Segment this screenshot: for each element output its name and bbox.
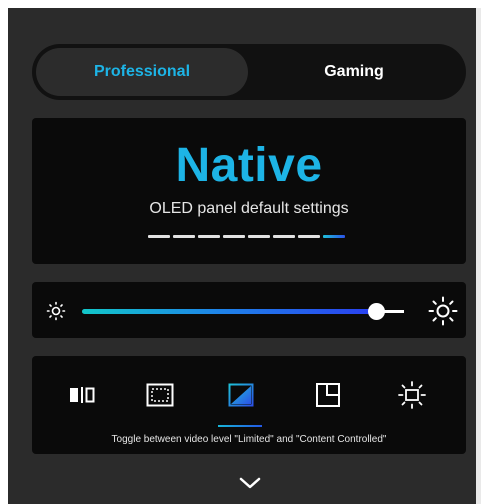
- profile-tabs: Professional Gaming: [32, 44, 466, 100]
- mode-subtitle: OLED panel default settings: [149, 200, 349, 217]
- preset-dash: [273, 235, 295, 238]
- tab-gaming[interactable]: Gaming: [248, 48, 460, 96]
- preset-dash: [223, 235, 245, 238]
- preset-dash: [173, 235, 195, 238]
- tab-professional[interactable]: Professional: [36, 48, 248, 96]
- brightness-slider-handle[interactable]: [368, 303, 386, 320]
- brightness-control: [32, 282, 466, 338]
- preset-dash: [323, 235, 345, 238]
- mode-card[interactable]: Native OLED panel default settings: [32, 118, 466, 264]
- preset-dash: [198, 235, 220, 238]
- preset-dash: [148, 235, 170, 238]
- split-view-icon[interactable]: [67, 380, 97, 410]
- preset-dash: [248, 235, 270, 238]
- tool-description: Toggle between video level "Limited" and…: [111, 434, 387, 445]
- brightness-fill: [82, 309, 377, 314]
- preset-indicator: [148, 235, 348, 239]
- brightness-knob-tail: [382, 310, 405, 313]
- sun-large-icon: [428, 296, 458, 326]
- mode-title: Native: [175, 139, 323, 192]
- tools-card: Toggle between video level "Limited" and…: [32, 356, 466, 454]
- brightness-adjust-icon[interactable]: [397, 380, 427, 410]
- selected-tool-indicator: [218, 425, 262, 427]
- frame-border-icon[interactable]: [145, 380, 175, 410]
- preset-dash: [298, 235, 320, 238]
- chevron-down-icon[interactable]: [238, 475, 262, 491]
- scrollbar-track[interactable]: [476, 8, 481, 504]
- video-level-icon[interactable]: [226, 380, 256, 410]
- sun-small-icon: [46, 301, 66, 321]
- corner-window-icon[interactable]: [313, 380, 343, 410]
